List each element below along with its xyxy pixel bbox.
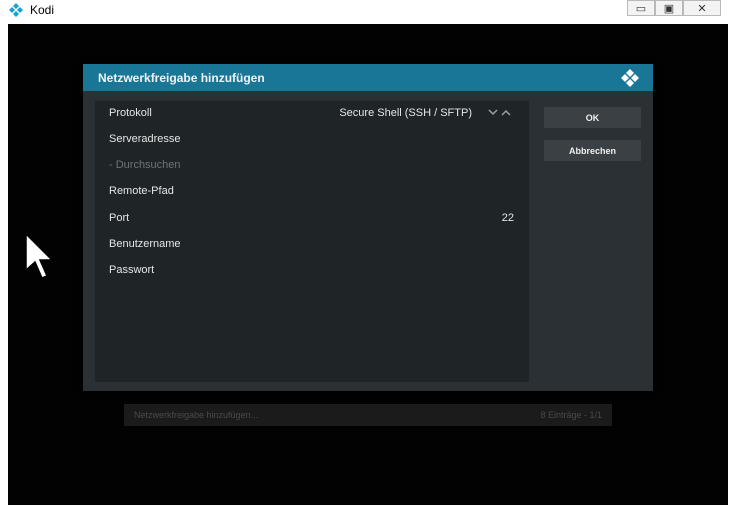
background-footer-left: Netzwerkfreigabe hinzufügen... [134, 410, 259, 420]
setting-label: Passwort [109, 264, 155, 276]
minimize-button[interactable]: ▭ [627, 0, 655, 16]
close-icon: ✕ [697, 2, 707, 15]
spin-up-icon [501, 109, 511, 116]
setting-value: 22 [501, 212, 514, 224]
background-footer-right: 8 Einträge - 1/1 [540, 410, 602, 420]
close-button[interactable]: ✕ [683, 0, 721, 16]
setting-server-address[interactable]: Serveradresse [95, 127, 529, 153]
setting-label: Benutzername [109, 238, 181, 250]
setting-label: Protokoll [109, 107, 152, 119]
add-network-share-dialog: Netzwerkfreigabe hinzufügen Protokoll Se… [83, 64, 653, 391]
settings-list: Protokoll Secure Shell (SSH / SFTP) Serv… [95, 101, 529, 382]
spin-down-icon [488, 109, 498, 116]
dialog-header: Netzwerkfreigabe hinzufügen [83, 64, 653, 91]
dialog-title: Netzwerkfreigabe hinzufügen [98, 71, 265, 85]
cancel-button[interactable]: Abbrechen [544, 140, 641, 161]
setting-value: Secure Shell (SSH / SFTP) [339, 107, 472, 119]
setting-label: Remote-Pfad [109, 185, 174, 197]
setting-port[interactable]: Port 22 [95, 206, 529, 232]
setting-label: Port [109, 212, 130, 224]
setting-username[interactable]: Benutzername [95, 232, 529, 258]
spin-control[interactable] [487, 107, 513, 119]
title-bar: Kodi ▭ ▣ ✕ [0, 0, 730, 20]
mouse-cursor-icon [25, 232, 54, 279]
maximize-button[interactable]: ▣ [655, 0, 683, 16]
ok-button[interactable]: OK [544, 107, 641, 128]
kodi-window: Kodi ▭ ▣ ✕ Netzwerkfreigabe hinzufügen..… [0, 0, 730, 507]
setting-protocol[interactable]: Protokoll Secure Shell (SSH / SFTP) [95, 101, 529, 127]
setting-label: Serveradresse [109, 133, 181, 145]
kodi-canvas: Netzwerkfreigabe hinzufügen... 8 Einträg… [8, 24, 728, 505]
kodi-logo-icon [9, 3, 23, 17]
minimize-icon: ▭ [635, 2, 647, 15]
setting-remote-path[interactable]: Remote-Pfad [95, 179, 529, 205]
maximize-icon: ▣ [663, 2, 675, 15]
setting-label: - Durchsuchen [109, 159, 181, 171]
window-title: Kodi [30, 3, 55, 17]
background-footer: Netzwerkfreigabe hinzufügen... 8 Einträg… [124, 404, 612, 424]
kodi-logo-icon [621, 69, 639, 87]
setting-browse: - Durchsuchen [95, 153, 529, 179]
setting-password[interactable]: Passwort [95, 258, 529, 284]
